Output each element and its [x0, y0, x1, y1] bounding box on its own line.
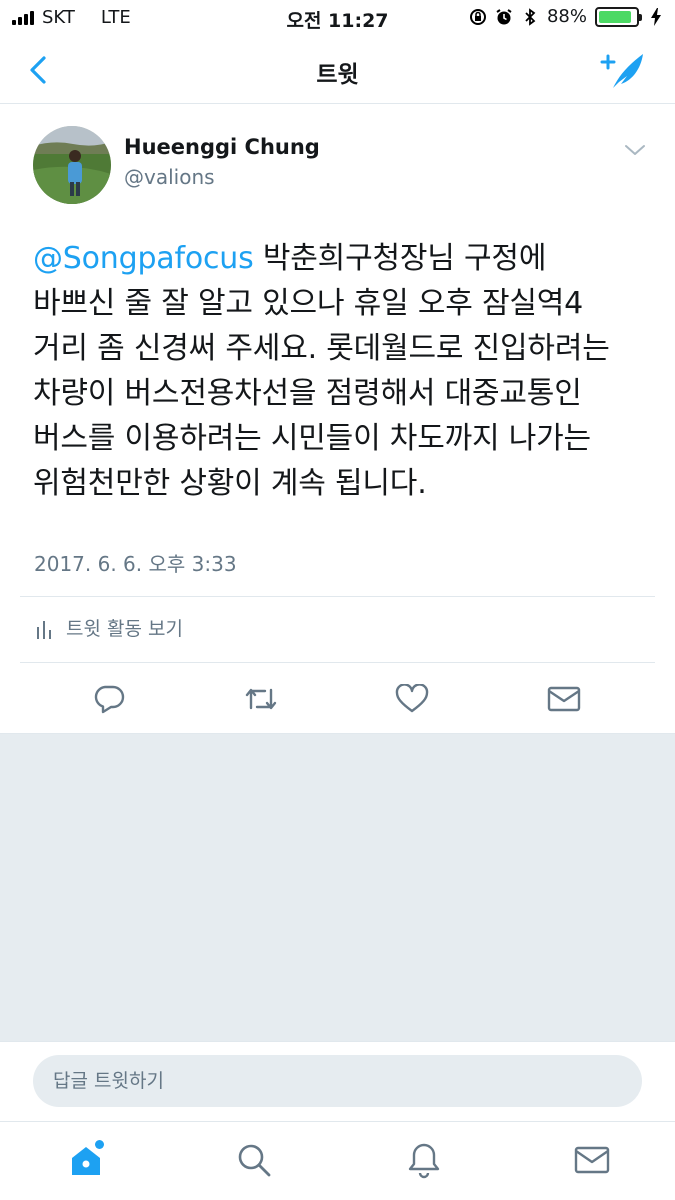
orientation-lock-icon	[469, 8, 487, 26]
tab-bar	[0, 1121, 675, 1200]
reply-input[interactable]: 답글 트윗하기	[33, 1055, 642, 1107]
bell-icon	[408, 1143, 440, 1179]
alarm-icon	[495, 8, 513, 26]
compose-tweet-button[interactable]	[599, 48, 647, 92]
tab-notifications[interactable]	[400, 1136, 448, 1184]
replies-area	[0, 733, 675, 1041]
retweet-icon	[245, 688, 277, 710]
navigation-bar: 트윗	[0, 36, 675, 104]
envelope-icon	[574, 1146, 610, 1174]
activity-label: 트윗 활동 보기	[66, 618, 183, 640]
bluetooth-icon	[521, 7, 539, 26]
retweet-button[interactable]	[239, 677, 283, 721]
tab-search[interactable]	[230, 1136, 278, 1184]
reply-bar: 답글 트윗하기	[0, 1041, 675, 1121]
tab-home[interactable]	[62, 1136, 110, 1184]
tweet-line: 바쁘신 줄 잘 알고 있으나 휴일 오후 잠실역4	[33, 286, 584, 321]
status-right: 88%	[469, 6, 665, 27]
divider	[20, 662, 655, 663]
divider	[20, 596, 655, 597]
status-bar: SKT LTE 오전 11:27 88%	[0, 0, 675, 36]
new-content-dot	[95, 1140, 104, 1149]
mention-link[interactable]: @Songpafocus	[33, 241, 254, 276]
search-icon	[238, 1144, 271, 1177]
tweet-menu-button[interactable]	[624, 142, 646, 158]
page-title: 트윗	[316, 62, 359, 88]
tweet-line: 위험천만한 상황이 계속 됩니다.	[33, 466, 427, 501]
tab-messages[interactable]	[568, 1136, 616, 1184]
tweet-line: 버스를 이용하려는 시민들이 차도까지 나가는	[33, 421, 591, 456]
heart-icon	[395, 684, 429, 713]
envelope-icon	[547, 686, 581, 712]
profile-photo	[33, 126, 111, 204]
display-name[interactable]: Hueenggi Chung	[124, 135, 320, 159]
tweet-line-text: 박춘희구청장님 구정에	[253, 241, 547, 276]
tweet-line: @Songpafocus 박춘희구청장님 구정에	[33, 236, 648, 281]
tweet-line: 거리 좀 신경써 주세요. 롯데월드로 진입하려는	[33, 331, 610, 366]
like-button[interactable]	[390, 677, 434, 721]
user-handle[interactable]: @valions	[124, 165, 215, 189]
battery-icon	[595, 6, 642, 27]
bar-chart-icon	[37, 620, 51, 639]
tweet-actions	[0, 677, 675, 721]
battery-fill	[599, 10, 631, 23]
reply-button[interactable]	[87, 677, 131, 721]
chevron-down-icon	[625, 145, 645, 155]
tweet-line: 차량이 버스전용차선을 점령해서 대중교통인	[33, 376, 582, 411]
view-tweet-activity-button[interactable]: 트윗 활동 보기	[36, 614, 183, 641]
tweet-text: @Songpafocus 박춘희구청장님 구정에 바쁘신 줄 잘 알고 있으나 …	[33, 236, 648, 506]
compose-tweet-icon	[600, 54, 643, 88]
charging-icon	[647, 7, 665, 26]
direct-message-button[interactable]	[542, 677, 586, 721]
avatar[interactable]	[33, 126, 111, 204]
tweet-timestamp: 2017. 6. 6. 오후 3:33	[34, 552, 237, 576]
battery-percent: 88%	[546, 6, 587, 27]
reply-icon	[94, 685, 125, 714]
